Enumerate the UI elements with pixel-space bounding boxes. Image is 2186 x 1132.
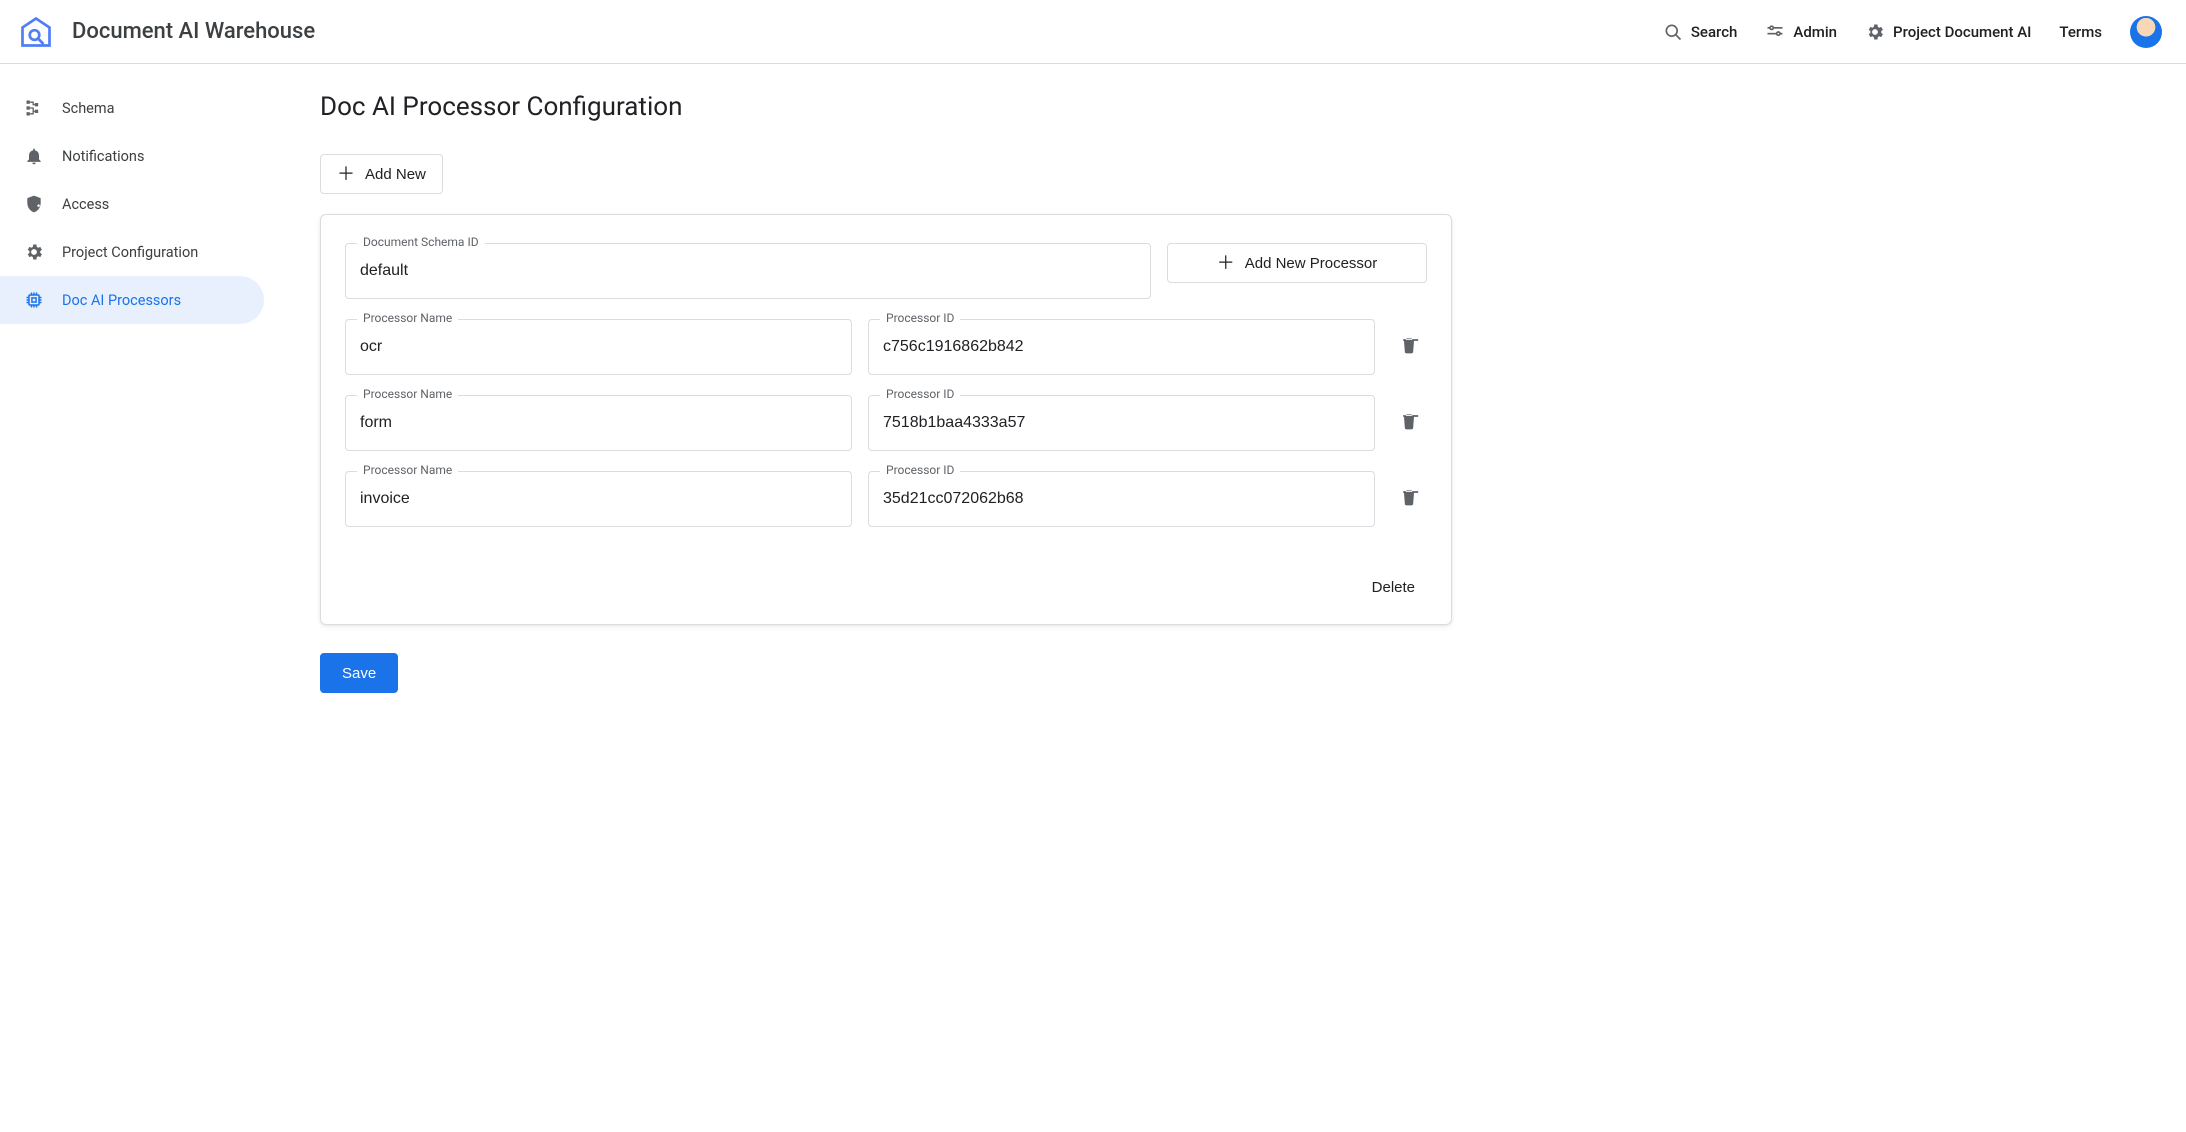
processor-config-card: Document Schema ID ＋ Add New Processor P… [320, 214, 1452, 625]
schema-id-label: Document Schema ID [357, 235, 485, 249]
processor-name-input[interactable] [345, 471, 852, 527]
plus-icon: ＋ [1217, 254, 1235, 272]
main-content: Doc AI Processor Configuration ＋ Add New… [280, 64, 1500, 741]
processor-row: Processor Name Processor ID [345, 395, 1427, 451]
processor-id-field: Processor ID [868, 319, 1375, 375]
processor-name-field: Processor Name [345, 395, 852, 451]
sidebar-item-label: Notifications [62, 148, 144, 165]
shield-icon [24, 194, 44, 214]
admin-action[interactable]: Admin [1765, 22, 1837, 42]
search-label: Search [1691, 23, 1738, 41]
sidebar-item-notifications[interactable]: Notifications [0, 132, 264, 180]
bell-icon [24, 146, 44, 166]
admin-label: Admin [1793, 23, 1837, 41]
delete-processor-button[interactable] [1391, 329, 1427, 365]
avatar[interactable] [2130, 16, 2162, 48]
processor-id-input[interactable] [868, 395, 1375, 451]
processor-id-field: Processor ID [868, 395, 1375, 451]
warehouse-logo-icon [16, 12, 56, 52]
processor-id-field: Processor ID [868, 471, 1375, 527]
chip-icon [24, 290, 44, 310]
trash-icon [1399, 487, 1419, 511]
sidebar-item-label: Schema [62, 100, 114, 117]
schema-icon [24, 98, 44, 118]
processor-name-field: Processor Name [345, 471, 852, 527]
delete-processor-button[interactable] [1391, 405, 1427, 441]
logo-wrap: Document AI Warehouse [16, 12, 315, 52]
sidebar-item-label: Doc AI Processors [62, 292, 181, 309]
project-label: Project Document AI [1893, 23, 2031, 41]
gear-icon [1865, 22, 1885, 42]
processor-name-label: Processor Name [357, 463, 458, 477]
header-actions: Search Admin Project Document AI Terms [1663, 16, 2162, 48]
project-action[interactable]: Project Document AI [1865, 22, 2031, 42]
schema-id-field: Document Schema ID [345, 243, 1151, 299]
processor-name-field: Processor Name [345, 319, 852, 375]
delete-button[interactable]: Delete [1360, 571, 1427, 604]
sidebar-item-schema[interactable]: Schema [0, 84, 264, 132]
add-new-processor-label: Add New Processor [1245, 255, 1378, 272]
save-button[interactable]: Save [320, 653, 398, 693]
processor-name-input[interactable] [345, 395, 852, 451]
gear-icon [24, 242, 44, 262]
processor-id-label: Processor ID [880, 387, 960, 401]
add-new-processor-button[interactable]: ＋ Add New Processor [1167, 243, 1427, 283]
processor-id-label: Processor ID [880, 463, 960, 477]
trash-icon [1399, 335, 1419, 359]
plus-icon: ＋ [337, 165, 355, 183]
trash-icon [1399, 411, 1419, 435]
sidebar-item-project-config[interactable]: Project Configuration [0, 228, 264, 276]
processor-name-input[interactable] [345, 319, 852, 375]
app-title: Document AI Warehouse [72, 19, 315, 44]
search-icon [1663, 22, 1683, 42]
processor-id-label: Processor ID [880, 311, 960, 325]
sidebar-item-label: Access [62, 196, 109, 213]
add-new-label: Add New [365, 166, 426, 183]
terms-label: Terms [2059, 23, 2102, 41]
terms-action[interactable]: Terms [2059, 23, 2102, 41]
processor-row: Processor Name Processor ID [345, 319, 1427, 375]
sidebar: Schema Notifications Access Project Conf… [0, 64, 280, 741]
tune-icon [1765, 22, 1785, 42]
add-new-button[interactable]: ＋ Add New [320, 154, 443, 194]
processor-name-label: Processor Name [357, 311, 458, 325]
processor-id-input[interactable] [868, 471, 1375, 527]
header: Document AI Warehouse Search Admin Proje… [0, 0, 2186, 64]
sidebar-item-access[interactable]: Access [0, 180, 264, 228]
processor-row: Processor Name Processor ID [345, 471, 1427, 527]
sidebar-item-label: Project Configuration [62, 244, 198, 261]
processor-id-input[interactable] [868, 319, 1375, 375]
schema-id-input[interactable] [345, 243, 1151, 299]
delete-processor-button[interactable] [1391, 481, 1427, 517]
page-title: Doc AI Processor Configuration [320, 92, 1452, 122]
search-action[interactable]: Search [1663, 22, 1738, 42]
sidebar-item-doc-ai-processors[interactable]: Doc AI Processors [0, 276, 264, 324]
processor-name-label: Processor Name [357, 387, 458, 401]
